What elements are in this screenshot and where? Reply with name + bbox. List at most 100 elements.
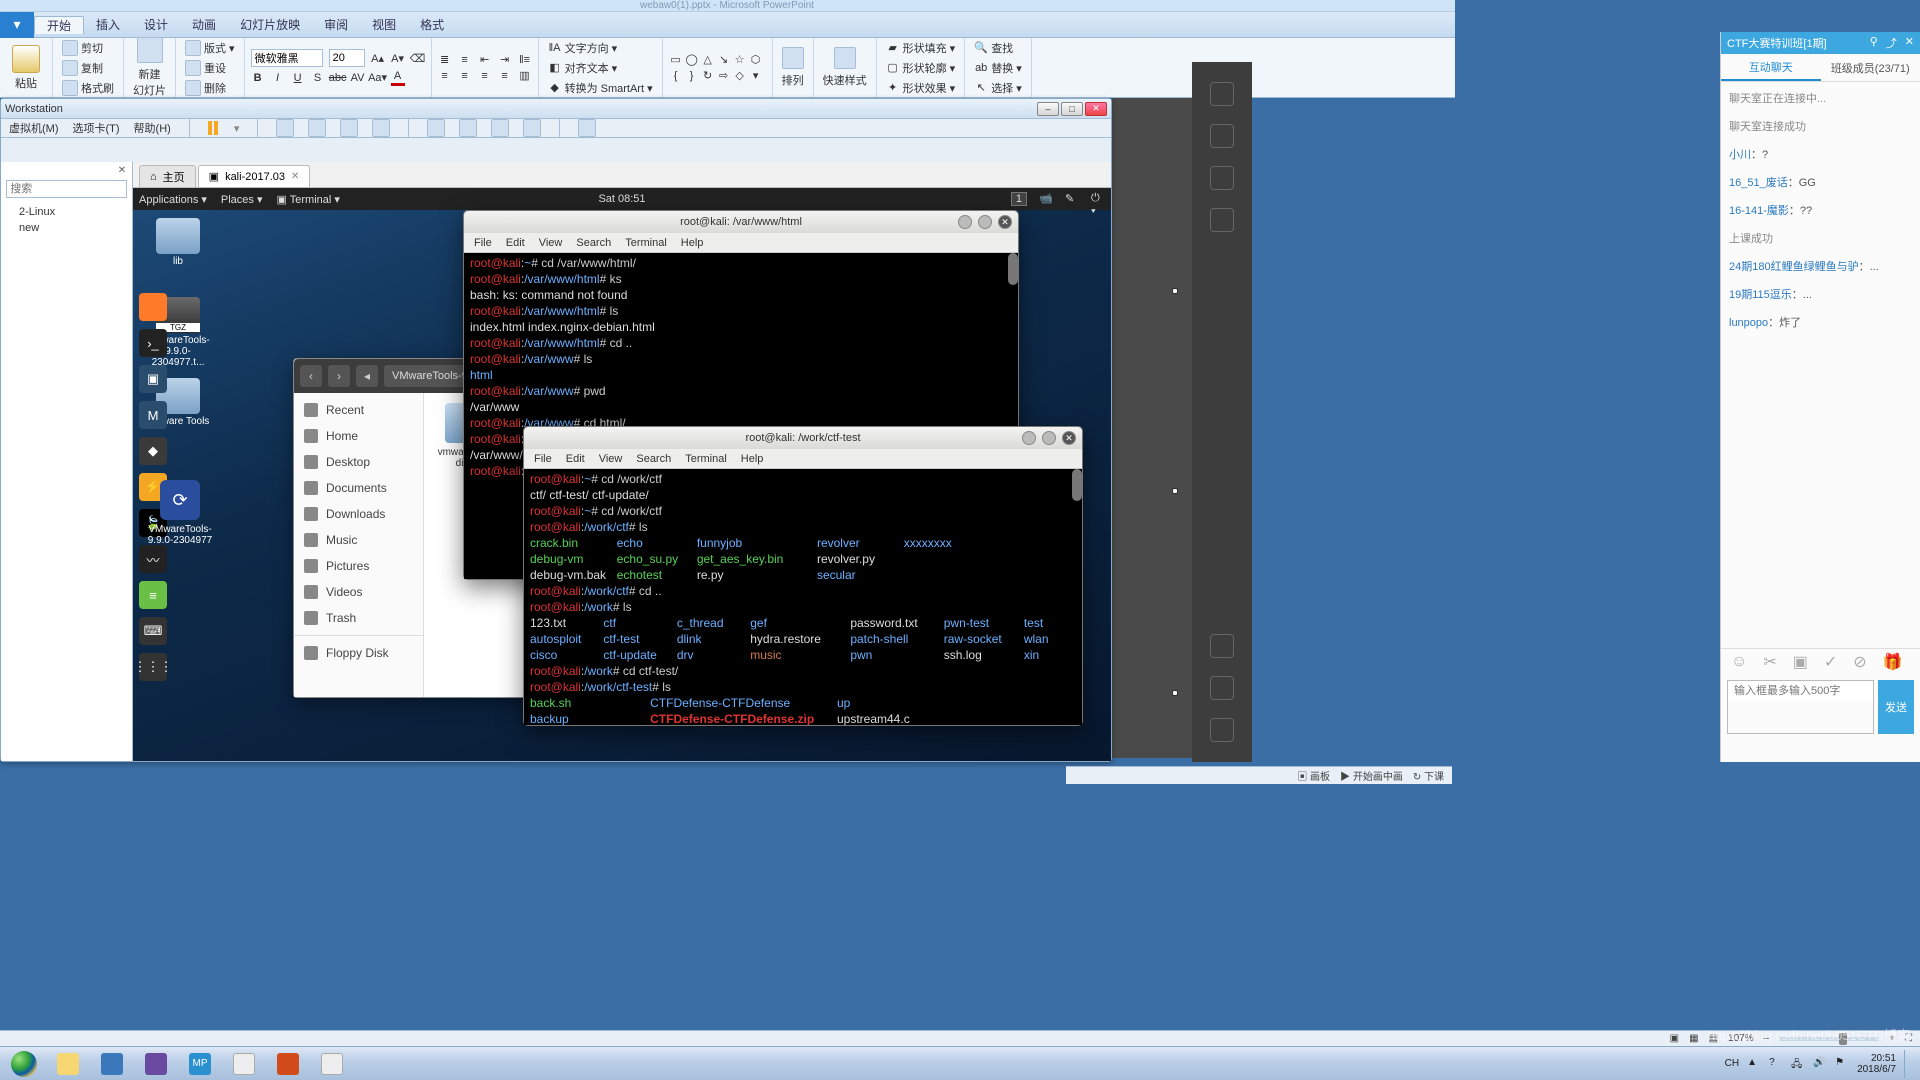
font-size-select[interactable] bbox=[329, 49, 365, 67]
lang-indicator[interactable]: CH bbox=[1725, 1058, 1739, 1069]
image-icon[interactable]: ▣ bbox=[1793, 652, 1808, 672]
powerpoint-taskbar-icon[interactable] bbox=[268, 1050, 308, 1078]
side-screenshot-icon[interactable] bbox=[1210, 124, 1234, 148]
sidebar-home[interactable]: Home bbox=[294, 423, 423, 449]
minimize-button[interactable] bbox=[958, 215, 972, 229]
numbering-button[interactable]: ≡ bbox=[458, 53, 472, 67]
fullscreen-button[interactable] bbox=[578, 119, 596, 137]
smartart-button[interactable]: ◆转换为 SmartArt ▾ bbox=[545, 79, 656, 97]
align-text-button[interactable]: ◧对齐文本 ▾ bbox=[545, 59, 656, 77]
app-taskbar-icon[interactable] bbox=[136, 1050, 176, 1078]
strike-button[interactable]: abc bbox=[331, 71, 345, 85]
font-color-button[interactable]: A bbox=[391, 69, 405, 86]
layout-button[interactable]: 版式 ▾ bbox=[182, 39, 238, 57]
shape-effects-button[interactable]: ✦形状效果 ▾ bbox=[883, 79, 959, 97]
nav-back-button[interactable]: ‹ bbox=[300, 365, 322, 387]
line-spacing-button[interactable]: ‖≡ bbox=[518, 53, 532, 67]
chat-textbox[interactable] bbox=[1728, 681, 1873, 701]
tab-slideshow[interactable]: 幻灯片放映 bbox=[228, 16, 312, 33]
selection-handle[interactable] bbox=[1172, 690, 1178, 696]
tree-item[interactable]: new bbox=[1, 220, 132, 236]
toolbar-icon[interactable] bbox=[308, 119, 326, 137]
power-icon[interactable]: ⏻ ▾ bbox=[1091, 192, 1105, 206]
bullets-button[interactable]: ≣ bbox=[438, 53, 452, 67]
indent-dec-button[interactable]: ⇤ bbox=[478, 53, 492, 67]
shrink-font-icon[interactable]: A▾ bbox=[391, 51, 405, 65]
menu-vm[interactable]: 虚拟机(M) bbox=[9, 120, 59, 136]
tab-kali[interactable]: ▣kali-2017.03✕ bbox=[198, 165, 311, 187]
tray-icon[interactable]: ▲ bbox=[1747, 1057, 1761, 1071]
status-view[interactable]: ▣ 画板 bbox=[1297, 768, 1330, 783]
tray-flag-icon[interactable]: ⚑ bbox=[1835, 1057, 1849, 1071]
start-button[interactable] bbox=[4, 1049, 44, 1079]
chat-input[interactable] bbox=[1727, 680, 1874, 734]
library-search-input[interactable] bbox=[6, 180, 127, 198]
align-center-button[interactable]: ≡ bbox=[458, 69, 472, 83]
text-direction-button[interactable]: ‖A文字方向 ▾ bbox=[545, 39, 656, 57]
tab-view[interactable]: 视图 bbox=[360, 16, 408, 33]
side-mic-icon[interactable] bbox=[1210, 634, 1234, 658]
cut-button[interactable]: 剪切 bbox=[59, 39, 117, 57]
tray-help-icon[interactable]: ? bbox=[1769, 1057, 1783, 1071]
align-right-button[interactable]: ≡ bbox=[478, 69, 492, 83]
maximize-button[interactable]: □ bbox=[1061, 102, 1083, 116]
find-button[interactable]: 🔍查找 bbox=[971, 39, 1025, 57]
shape-fill-button[interactable]: ▰形状填充 ▾ bbox=[883, 39, 959, 57]
align-left-button[interactable]: ≡ bbox=[438, 69, 452, 83]
files-icon[interactable]: ▣ bbox=[139, 365, 167, 393]
char-spacing-button[interactable]: AV bbox=[351, 71, 365, 85]
columns-button[interactable]: ▥ bbox=[518, 69, 532, 83]
menu-tabs[interactable]: 选项卡(T) bbox=[73, 120, 120, 136]
quick-style-button[interactable]: 快速样式 bbox=[820, 46, 870, 89]
close-button[interactable]: ✕ bbox=[1085, 102, 1107, 116]
gift-icon[interactable]: 🎁 bbox=[1883, 652, 1903, 672]
tab-members[interactable]: 班级成员(23/71) bbox=[1821, 54, 1920, 81]
change-case-button[interactable]: Aa▾ bbox=[371, 71, 385, 85]
clock[interactable]: Sat 08:51 bbox=[598, 193, 645, 205]
bold-button[interactable]: B bbox=[251, 71, 265, 85]
menu-help[interactable]: Help bbox=[741, 453, 764, 465]
view-normal-icon[interactable]: ▣ bbox=[1670, 1033, 1679, 1044]
armitage-icon[interactable]: ◆ bbox=[139, 437, 167, 465]
terminal-menu[interactable]: ▣ Terminal ▾ bbox=[276, 193, 339, 206]
tray-volume-icon[interactable]: 🔊 bbox=[1813, 1057, 1827, 1071]
video-icon[interactable]: 📹 bbox=[1039, 192, 1053, 206]
sidebar-desktop[interactable]: Desktop bbox=[294, 449, 423, 475]
tab-insert[interactable]: 插入 bbox=[84, 16, 132, 33]
tool-icon[interactable]: ✎ bbox=[1065, 192, 1079, 206]
desktop-folder[interactable]: lib bbox=[143, 218, 213, 267]
side-gear-icon[interactable] bbox=[1210, 676, 1234, 700]
sidebar-floppy[interactable]: Floppy Disk bbox=[294, 640, 423, 666]
minimize-button[interactable] bbox=[1022, 431, 1036, 445]
app-taskbar-icon[interactable] bbox=[224, 1050, 264, 1078]
sidebar-close-icon[interactable]: ✕ bbox=[116, 164, 128, 176]
desktop-vm-icon[interactable]: ⟳ VMwareTools-9.9.0-2304977 bbox=[140, 480, 220, 546]
nav-fwd-button[interactable]: › bbox=[328, 365, 350, 387]
menu-file[interactable]: File bbox=[474, 237, 492, 249]
scrollbar-thumb[interactable] bbox=[1072, 469, 1082, 501]
toolbar-icon[interactable] bbox=[459, 119, 477, 137]
tray-clock[interactable]: 20:512018/6/7 bbox=[1857, 1053, 1896, 1075]
explorer-taskbar-icon[interactable] bbox=[48, 1050, 88, 1078]
menu-help[interactable]: 帮助(H) bbox=[134, 120, 171, 136]
selection-handle[interactable] bbox=[1172, 288, 1178, 294]
emoji-icon[interactable]: ☺ bbox=[1731, 653, 1747, 671]
selection-handle[interactable] bbox=[1172, 488, 1178, 494]
select-button[interactable]: ↖选择 ▾ bbox=[971, 79, 1025, 97]
scrollbar-thumb[interactable] bbox=[1008, 253, 1018, 285]
block-icon[interactable]: ⊘ bbox=[1853, 652, 1866, 672]
toolbar-icon[interactable] bbox=[340, 119, 358, 137]
menu-search[interactable]: Search bbox=[576, 237, 611, 249]
pause-button[interactable] bbox=[208, 121, 220, 135]
kali-desktop[interactable]: Applications ▾ Places ▾ ▣ Terminal ▾ Sat… bbox=[133, 188, 1111, 761]
menu-terminal[interactable]: Terminal bbox=[685, 453, 727, 465]
italic-button[interactable]: I bbox=[271, 71, 285, 85]
app-taskbar-icon[interactable] bbox=[312, 1050, 352, 1078]
paste-button[interactable]: 粘贴 bbox=[6, 43, 46, 93]
underline-button[interactable]: U bbox=[291, 71, 305, 85]
status-next[interactable]: ↻ 下课 bbox=[1413, 768, 1444, 783]
close-tab-icon[interactable]: ✕ bbox=[291, 171, 299, 182]
tab-format[interactable]: 格式 bbox=[408, 16, 456, 33]
toolbar-icon[interactable] bbox=[523, 119, 541, 137]
reset-button[interactable]: 重设 bbox=[182, 59, 238, 77]
